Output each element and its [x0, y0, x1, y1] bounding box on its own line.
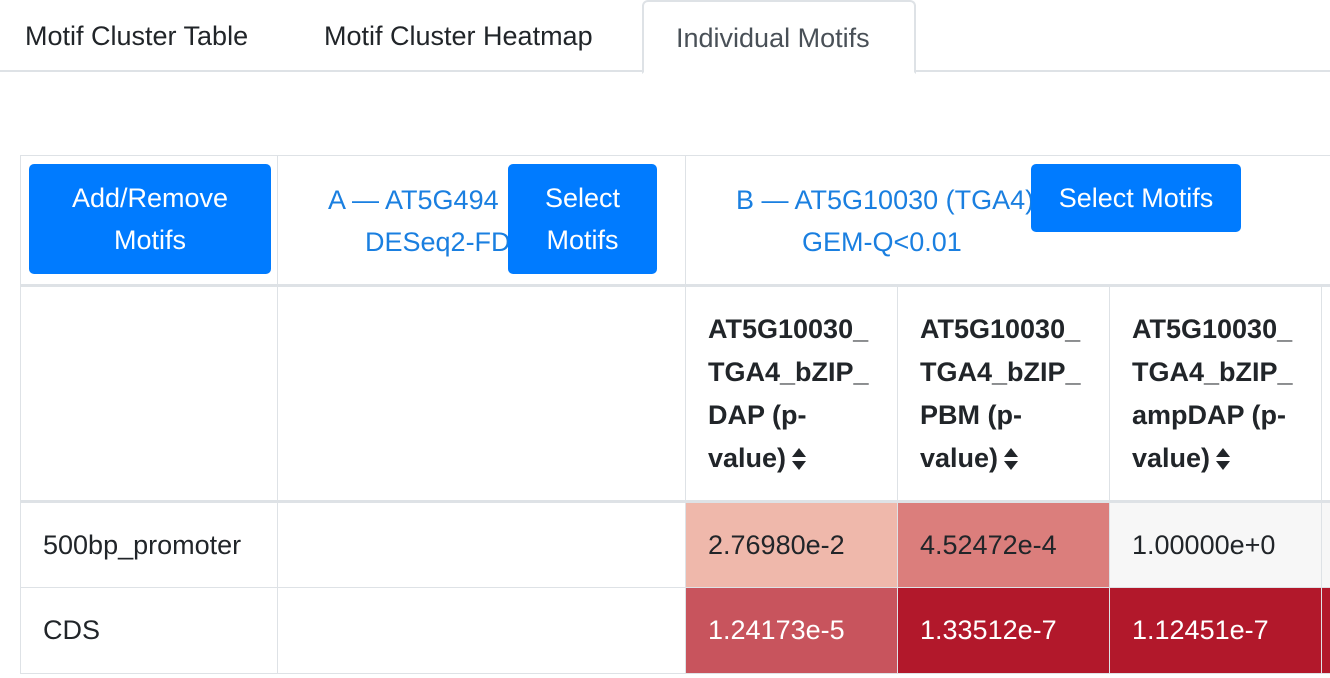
group-b-cell: B — AT5G10030 (TGA4) GEM-Q<0.01 Select M… — [685, 155, 1330, 286]
table-cell-overflow — [1321, 501, 1330, 588]
sort-icon[interactable] — [790, 446, 808, 472]
heatmap-cell: 4.52472e-4 — [897, 501, 1110, 588]
tab-motif-cluster-heatmap[interactable]: Motif Cluster Heatmap — [292, 0, 642, 72]
group-a-label-line2[interactable]: DESeq2-FD — [365, 221, 511, 263]
column-header-pbm[interactable]: AT5G10030_ TGA4_bZIP_ PBM (p- value) — [897, 284, 1110, 503]
heatmap-cell: 2.76980e-2 — [685, 501, 898, 588]
add-remove-label-line2: Motifs — [113, 225, 186, 255]
sort-icon[interactable] — [1002, 446, 1020, 472]
tab-motif-cluster-table[interactable]: Motif Cluster Table — [0, 0, 292, 72]
tab-bar: Motif Cluster Table Motif Cluster Heatma… — [0, 0, 1330, 74]
heatmap-cell: 1.00000e+0 — [1109, 501, 1322, 588]
header-overflow — [1321, 284, 1330, 503]
add-remove-label-line1: Add/Remove — [71, 183, 229, 213]
header-row: AT5G10030_ TGA4_bZIP_ DAP (p- value) AT5… — [20, 284, 1330, 503]
add-remove-cell: Add/Remove Motifs — [20, 155, 278, 286]
row-label: 500bp_promoter — [20, 501, 278, 588]
group-b-label-line2[interactable]: GEM-Q<0.01 — [802, 221, 962, 263]
column-header-dap[interactable]: AT5G10030_ TGA4_bZIP_ DAP (p- value) — [685, 284, 898, 503]
table-cell-empty — [277, 587, 686, 674]
row-label: CDS — [20, 587, 278, 674]
table-row: 500bp_promoter 2.76980e-2 4.52472e-4 1.0… — [20, 501, 1330, 588]
motif-table: Add/Remove Motifs A — AT5G494 DESeq2-FD … — [20, 155, 1330, 674]
heatmap-cell: 1.33512e-7 — [897, 587, 1110, 674]
tab-individual-motifs[interactable]: Individual Motifs — [642, 0, 916, 74]
column-header-ampdap[interactable]: AT5G10030_ TGA4_bZIP_ ampDAP (p- value) — [1109, 284, 1322, 503]
group-b-select-motifs-button[interactable]: Select Motifs — [1031, 164, 1241, 232]
table-cell-overflow — [1321, 587, 1330, 674]
add-remove-motifs-button[interactable]: Add/Remove Motifs — [29, 164, 271, 274]
group-a-select-motifs-button[interactable]: Select Motifs — [508, 164, 657, 274]
sort-icon[interactable] — [1214, 446, 1232, 472]
table-row: CDS 1.24173e-5 1.33512e-7 1.12451e-7 — [20, 587, 1330, 674]
group-a-label-line1[interactable]: A — AT5G494 — [328, 179, 499, 221]
group-a-button-line1: Select — [544, 183, 621, 213]
heatmap-cell: 1.12451e-7 — [1109, 587, 1322, 674]
heatmap-cell: 1.24173e-5 — [685, 587, 898, 674]
control-row: Add/Remove Motifs A — AT5G494 DESeq2-FD … — [20, 155, 1330, 286]
group-a-cell: A — AT5G494 DESeq2-FD Select Motifs — [277, 155, 686, 286]
table-cell-empty — [277, 501, 686, 588]
header-empty-1 — [20, 284, 278, 503]
header-empty-2 — [277, 284, 686, 503]
group-a-button-line2: Motifs — [546, 225, 619, 255]
group-b-label-line1[interactable]: B — AT5G10030 (TGA4) — [736, 179, 1034, 221]
motif-table-container: Add/Remove Motifs A — AT5G494 DESeq2-FD … — [20, 155, 1330, 678]
